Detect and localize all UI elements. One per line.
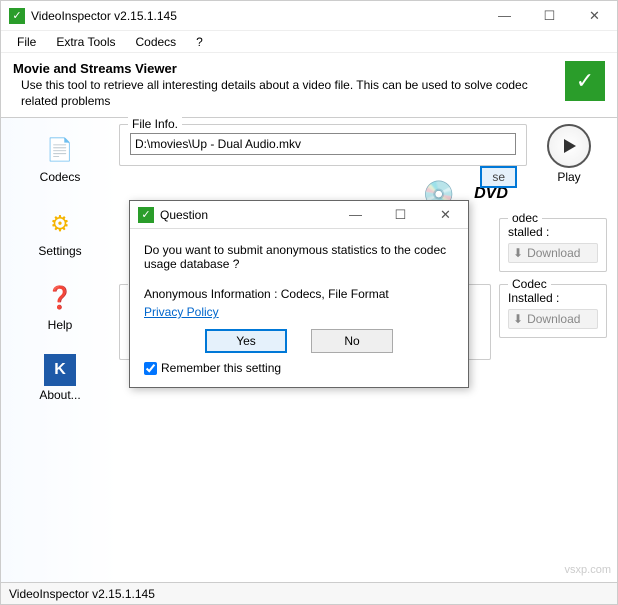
sidebar-item-help[interactable]: ❓ Help bbox=[25, 276, 95, 336]
close-button[interactable]: ✕ bbox=[572, 1, 617, 31]
dialog-close-button[interactable]: ✕ bbox=[423, 200, 468, 230]
window-title: VideoInspector v2.15.1.145 bbox=[31, 9, 482, 23]
audio-codec-group: Codec Installed : ⬇ Download bbox=[499, 284, 607, 338]
dialog-message: Do you want to submit anonymous statisti… bbox=[144, 243, 454, 271]
play-button[interactable]: Play bbox=[539, 124, 599, 184]
audio-codec-installed: Installed : bbox=[508, 291, 598, 305]
codecs-icon: 📄 bbox=[42, 132, 78, 168]
remember-label: Remember this setting bbox=[161, 361, 281, 375]
file-info-group: File Info. bbox=[119, 124, 527, 166]
header-panel: Movie and Streams Viewer Use this tool t… bbox=[1, 53, 617, 118]
dialog-title: Question bbox=[160, 208, 333, 222]
maximize-button[interactable]: ☐ bbox=[527, 1, 572, 31]
sidebar-label-settings: Settings bbox=[38, 244, 81, 258]
status-text: VideoInspector v2.15.1.145 bbox=[9, 587, 155, 601]
yes-button[interactable]: Yes bbox=[205, 329, 287, 353]
audio-codec-legend: Codec bbox=[508, 277, 551, 291]
sidebar-label-help: Help bbox=[48, 318, 73, 332]
play-label: Play bbox=[539, 170, 599, 184]
menu-codecs[interactable]: Codecs bbox=[127, 33, 184, 51]
menu-file[interactable]: File bbox=[9, 33, 44, 51]
video-download-label: Download bbox=[527, 246, 580, 260]
page-title: Movie and Streams Viewer bbox=[13, 61, 565, 76]
sidebar-item-codecs[interactable]: 📄 Codecs bbox=[25, 128, 95, 188]
app-icon: ✓ bbox=[9, 8, 25, 24]
statusbar: VideoInspector v2.15.1.145 bbox=[1, 582, 617, 604]
privacy-policy-link[interactable]: Privacy Policy bbox=[144, 305, 219, 319]
dialog-minimize-button[interactable]: — bbox=[333, 200, 378, 230]
help-icon: ❓ bbox=[42, 280, 78, 316]
dialog-info: Anonymous Information : Codecs, File For… bbox=[144, 287, 454, 301]
no-button[interactable]: No bbox=[311, 329, 393, 353]
video-codec-group: odec stalled : ⬇ Download bbox=[499, 218, 607, 272]
gear-icon: ⚙ bbox=[42, 206, 78, 242]
sidebar-label-about: About... bbox=[39, 388, 80, 402]
menu-extra-tools[interactable]: Extra Tools bbox=[48, 33, 123, 51]
dialog-body: Do you want to submit anonymous statisti… bbox=[130, 229, 468, 387]
question-dialog: ✓ Question — ☐ ✕ Do you want to submit a… bbox=[129, 200, 469, 388]
download-icon: ⬇ bbox=[513, 246, 523, 260]
about-icon: K bbox=[44, 354, 76, 386]
play-icon bbox=[547, 124, 591, 168]
file-path-input[interactable] bbox=[130, 133, 516, 155]
video-codec-installed: stalled : bbox=[508, 225, 598, 239]
remember-setting[interactable]: Remember this setting bbox=[144, 361, 454, 375]
remember-checkbox[interactable] bbox=[144, 362, 157, 375]
sidebar: 📄 Codecs ⚙ Settings ❓ Help K About... bbox=[1, 118, 119, 587]
audio-download-button[interactable]: ⬇ Download bbox=[508, 309, 598, 329]
browse-button[interactable]: se bbox=[480, 166, 517, 188]
video-download-button[interactable]: ⬇ Download bbox=[508, 243, 598, 263]
dialog-icon: ✓ bbox=[138, 207, 154, 223]
download-icon: ⬇ bbox=[513, 312, 523, 326]
app-window: ✓ VideoInspector v2.15.1.145 — ☐ ✕ File … bbox=[0, 0, 618, 605]
header-icon: ✓ bbox=[565, 61, 605, 101]
dialog-titlebar: ✓ Question — ☐ ✕ bbox=[130, 201, 468, 229]
page-description: Use this tool to retrieve all interestin… bbox=[13, 78, 565, 109]
sidebar-item-settings[interactable]: ⚙ Settings bbox=[25, 202, 95, 262]
menu-help[interactable]: ? bbox=[188, 33, 211, 51]
watermark: vsxp.com bbox=[565, 564, 611, 576]
dialog-maximize-button[interactable]: ☐ bbox=[378, 200, 423, 230]
file-info-legend: File Info. bbox=[128, 117, 182, 131]
titlebar: ✓ VideoInspector v2.15.1.145 — ☐ ✕ bbox=[1, 1, 617, 31]
video-codec-legend: odec bbox=[508, 211, 542, 225]
sidebar-item-about[interactable]: K About... bbox=[25, 350, 95, 406]
menubar: File Extra Tools Codecs ? bbox=[1, 31, 617, 53]
audio-download-label: Download bbox=[527, 312, 580, 326]
minimize-button[interactable]: — bbox=[482, 1, 527, 31]
sidebar-label-codecs: Codecs bbox=[40, 170, 81, 184]
